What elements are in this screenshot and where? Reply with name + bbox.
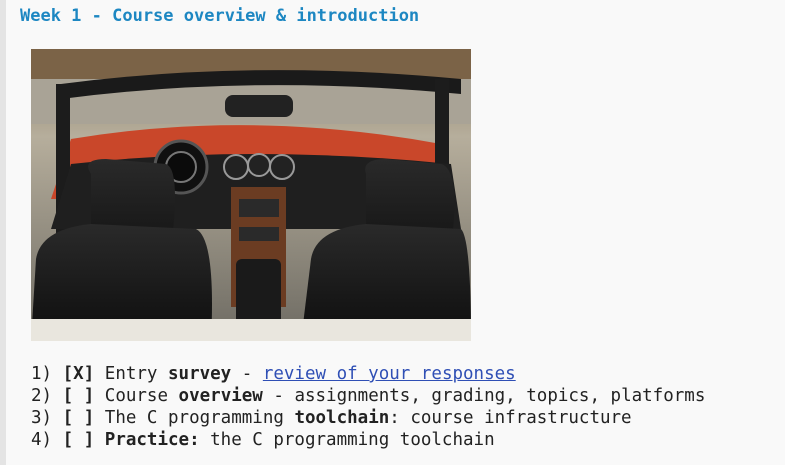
item-number: 4)	[31, 430, 53, 450]
item-number: 1)	[31, 364, 53, 384]
lecture-checklist: 1) [X] Entry survey - review of your res…	[31, 363, 705, 451]
list-item: 2) [ ] Course overview - assignments, gr…	[31, 385, 705, 407]
checkbox-unchecked[interactable]: [ ]	[63, 386, 95, 406]
item-text: : course infrastructure	[389, 408, 632, 428]
page-title: Week 1 - Course overview & introduction	[20, 6, 420, 26]
item-keyword: toolchain	[294, 408, 390, 428]
review-responses-link[interactable]: review of your responses	[263, 364, 516, 384]
item-number: 3)	[31, 408, 53, 428]
item-text: Entry	[104, 364, 168, 384]
checkbox-unchecked[interactable]: [ ]	[63, 430, 95, 450]
item-keyword: Practice:	[104, 430, 200, 450]
item-keyword: overview	[178, 386, 263, 406]
item-number: 2)	[31, 386, 53, 406]
checkbox-unchecked[interactable]: [ ]	[63, 408, 95, 428]
list-item: 3) [ ] The C programming toolchain: cour…	[31, 407, 705, 429]
item-text: - assignments, grading, topics, platform…	[262, 386, 706, 406]
car-interior-photo	[31, 49, 471, 341]
item-keyword: survey	[168, 364, 232, 384]
item-text: The C programming	[104, 408, 295, 428]
left-margin-bar	[0, 0, 6, 465]
item-text: Course	[104, 386, 179, 406]
list-item: 4) [ ] Practice: the C programming toolc…	[31, 429, 705, 451]
item-text: -	[231, 364, 263, 384]
item-text: the C programming toolchain	[199, 430, 495, 450]
list-item: 1) [X] Entry survey - review of your res…	[31, 363, 705, 385]
checkbox-checked[interactable]: [X]	[63, 364, 95, 384]
